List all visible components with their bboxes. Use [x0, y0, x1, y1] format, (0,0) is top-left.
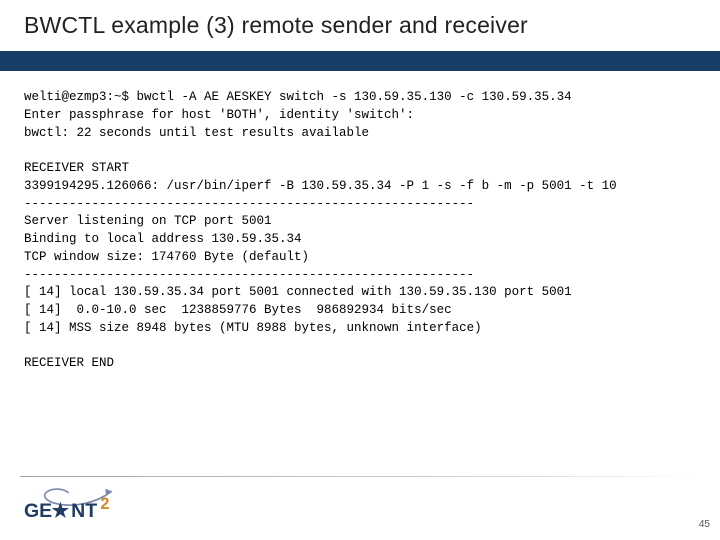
terminal-line: welti@ezmp3:~$ bwctl -A AE AESKEY switch…	[24, 90, 572, 104]
terminal-line: Enter passphrase for host 'BOTH', identi…	[24, 108, 414, 122]
footer-divider	[20, 476, 700, 477]
terminal-line: Binding to local address 130.59.35.34	[24, 232, 302, 246]
title-bar-decoration	[0, 51, 720, 71]
svg-text:2: 2	[100, 495, 109, 513]
terminal-line: RECEIVER END	[24, 356, 114, 370]
terminal-line: Server listening on TCP port 5001	[24, 214, 272, 228]
geant2-logo: GE ★ NT 2	[24, 486, 154, 524]
terminal-line: [ 14] MSS size 8948 bytes (MTU 8988 byte…	[24, 321, 482, 335]
slide: BWCTL example (3) remote sender and rece…	[0, 0, 720, 540]
terminal-line: [ 14] 0.0-10.0 sec 1238859776 Bytes 9868…	[24, 303, 452, 317]
footer: GE ★ NT 2 45	[0, 476, 720, 530]
svg-text:GE: GE	[24, 500, 52, 522]
terminal-line: TCP window size: 174760 Byte (default)	[24, 250, 309, 264]
terminal-line: bwctl: 22 seconds until test results ava…	[24, 126, 369, 140]
terminal-line: ----------------------------------------…	[24, 197, 474, 211]
terminal-line: 3399194295.126066: /usr/bin/iperf -B 130…	[24, 179, 617, 193]
svg-text:★: ★	[52, 500, 70, 522]
title-area: BWCTL example (3) remote sender and rece…	[0, 0, 720, 45]
page-number: 45	[699, 519, 710, 530]
terminal-line: RECEIVER START	[24, 161, 129, 175]
terminal-line: [ 14] local 130.59.35.34 port 5001 conne…	[24, 285, 572, 299]
terminal-line: ----------------------------------------…	[24, 268, 474, 282]
terminal-output: welti@ezmp3:~$ bwctl -A AE AESKEY switch…	[0, 71, 720, 373]
slide-title: BWCTL example (3) remote sender and rece…	[24, 12, 700, 39]
svg-text:NT: NT	[71, 500, 97, 522]
